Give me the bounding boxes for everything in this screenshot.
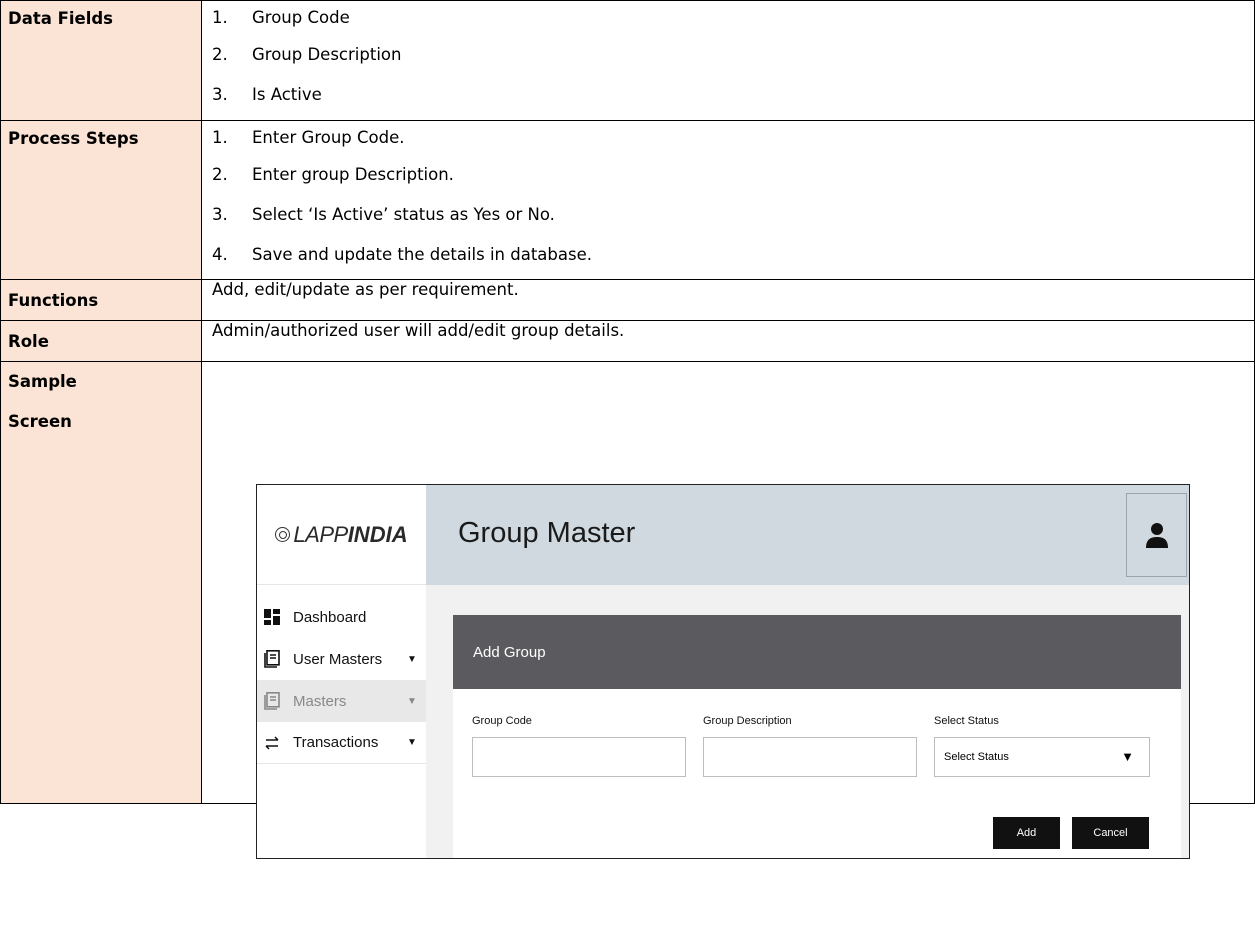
list-item: 2. Enter group Description. (212, 164, 454, 184)
select-status-value: Select Status (944, 751, 1009, 763)
main-content: Add Group Group Code Group Description S… (426, 585, 1189, 858)
value-functions: Add, edit/update as per requirement. (201, 279, 1255, 321)
chevron-down-icon: ▼ (407, 695, 417, 707)
logo: LAPP INDIA (257, 485, 426, 585)
cancel-button[interactable]: Cancel (1072, 817, 1149, 849)
logo-part2: INDIA (347, 521, 408, 547)
label-sample-screen: Sample Screen (0, 361, 202, 804)
chevron-down-icon: ▼ (1121, 749, 1134, 764)
select-status-dropdown[interactable]: Select Status ▼ (934, 737, 1150, 777)
sidebar-item-user-masters[interactable]: User Masters ▼ (257, 638, 426, 680)
transfer-icon (263, 734, 281, 752)
chevron-down-icon: ▼ (407, 737, 417, 748)
row-data-fields: Data Fields 1. Group Code 2. Group Descrip… (0, 0, 1255, 121)
group-code-input[interactable] (472, 737, 686, 777)
label-functions: Functions (0, 279, 202, 321)
sample-screen-mockup: LAPP INDIA Group Master Dashboard User Ma… (256, 484, 1190, 859)
list-item: 3. Select ‘Is Active’ status as Yes or No… (212, 204, 555, 224)
list-item: 1. Enter Group Code. (212, 128, 405, 147)
book-icon (263, 650, 281, 668)
sidebar-item-label: Masters (293, 692, 347, 710)
chevron-down-icon: ▼ (407, 653, 417, 665)
sidebar-item-transactions[interactable]: Transactions ▼ (257, 722, 426, 764)
dashboard-icon (263, 608, 281, 626)
row-role: Role Admin/authorized user will add/edit… (0, 320, 1255, 362)
logo-part1: LAPP (293, 521, 348, 547)
value-data-fields: 1. Group Code 2. Group Description 3. Is Ac… (201, 0, 1255, 121)
list-item: 2. Group Description (212, 44, 402, 64)
group-code-label: Group Code (472, 715, 532, 727)
logo-mark-icon (275, 527, 291, 542)
sidebar-item-label: Transactions (293, 734, 379, 751)
user-icon (1145, 523, 1168, 548)
select-status-label: Select Status (934, 715, 999, 727)
sidebar: Dashboard User Masters ▼ Masters ▼ Trans… (257, 585, 426, 858)
group-description-input[interactable] (703, 737, 917, 777)
value-process-steps: 1. Enter Group Code. 2. Enter group Descri… (201, 120, 1255, 280)
sidebar-item-dashboard[interactable]: Dashboard (257, 596, 426, 638)
group-description-label: Group Description (703, 715, 792, 727)
label-data-fields: Data Fields (0, 0, 202, 121)
page-title: Group Master (458, 517, 636, 549)
panel-title: Add Group (453, 615, 1181, 689)
add-button[interactable]: Add (993, 817, 1060, 849)
sidebar-item-label: User Masters (293, 650, 383, 668)
book-icon (263, 692, 281, 710)
list-item: 4. Save and update the details in databas… (212, 244, 592, 264)
page-header: Group Master (426, 485, 1189, 585)
row-functions: Functions Add, edit/update as per requir… (0, 279, 1255, 321)
sample-label-line1: Sample (8, 372, 77, 391)
label-process-steps: Process Steps (0, 120, 202, 280)
add-group-panel: Add Group Group Code Group Description S… (453, 615, 1181, 858)
list-item: 3. Is Active (212, 84, 322, 104)
list-item: 1. Group Code (212, 8, 350, 27)
avatar[interactable] (1126, 493, 1187, 577)
sample-label-line2: Screen (8, 412, 72, 431)
label-role: Role (0, 320, 202, 362)
value-role: Admin/authorized user will add/edit grou… (201, 320, 1255, 362)
sidebar-item-masters[interactable]: Masters ▼ (257, 680, 426, 722)
sidebar-item-label: Dashboard (293, 608, 367, 626)
row-process-steps: Process Steps 1. Enter Group Code. 2. Ente… (0, 120, 1255, 280)
